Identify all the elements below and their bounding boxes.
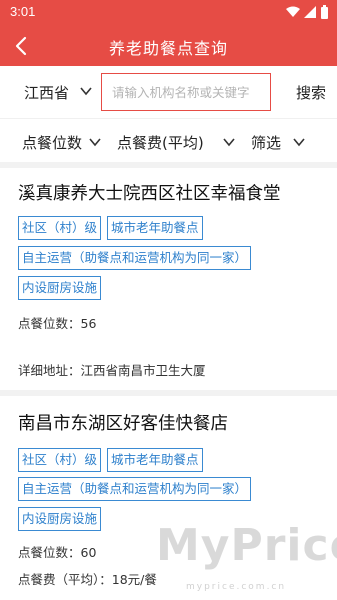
list-item[interactable]: 溪真康养大士院西区社区幸福食堂 社区（村）级 城市老年助餐点 自主运营（助餐点和… (0, 168, 337, 390)
search-bar: 江西省 搜索 (0, 66, 337, 118)
chevron-down-icon (80, 87, 92, 96)
card-title: 南昌市东湖区好客佳快餐店 (18, 414, 228, 434)
app-bar: 养老助餐点查询 (0, 26, 337, 66)
tag: 社区（村）级 (18, 216, 102, 240)
signal-icon (304, 6, 316, 18)
watermark-url: myprice.com.cn (186, 582, 287, 592)
tag: 城市老年助餐点 (107, 448, 203, 472)
average-fee: 点餐费（平均）：18元/餐 (18, 572, 157, 587)
wifi-icon (286, 6, 300, 17)
tag: 自主运营（助餐点和运营机构为同一家） (18, 246, 252, 270)
filter-seats[interactable]: 点餐位数 (22, 132, 82, 153)
status-time: 3:01 (10, 4, 36, 19)
address: 详细地址：江西省南昌市卫生大厦 (18, 363, 206, 378)
tag: 城市老年助餐点 (107, 216, 203, 240)
search-input[interactable] (101, 73, 271, 111)
battery-icon (321, 5, 328, 19)
tag: 内设厨房设施 (18, 276, 102, 300)
card-title: 溪真康养大士院西区社区幸福食堂 (18, 184, 281, 204)
status-bar: 3:01 (0, 0, 337, 26)
tag: 自主运营（助餐点和运营机构为同一家） (18, 477, 252, 501)
filter-more[interactable]: 筛选 (251, 132, 281, 153)
page-title: 养老助餐点查询 (108, 39, 228, 58)
watermark: MyPrice (156, 520, 337, 571)
province-selector[interactable]: 江西省 (24, 82, 69, 103)
filter-fee[interactable]: 点餐费(平均) (117, 132, 204, 153)
chevron-down-icon (89, 138, 101, 147)
search-button[interactable]: 搜索 (296, 82, 326, 103)
chevron-down-icon (293, 138, 305, 147)
filter-bar: 点餐位数 点餐费(平均) 筛选 (0, 118, 337, 162)
chevron-down-icon (223, 138, 235, 147)
seat-count: 点餐位数：56 (18, 316, 97, 331)
seat-count: 点餐位数：60 (18, 545, 97, 560)
tag: 社区（村）级 (18, 448, 102, 472)
tag: 内设厨房设施 (18, 507, 102, 531)
